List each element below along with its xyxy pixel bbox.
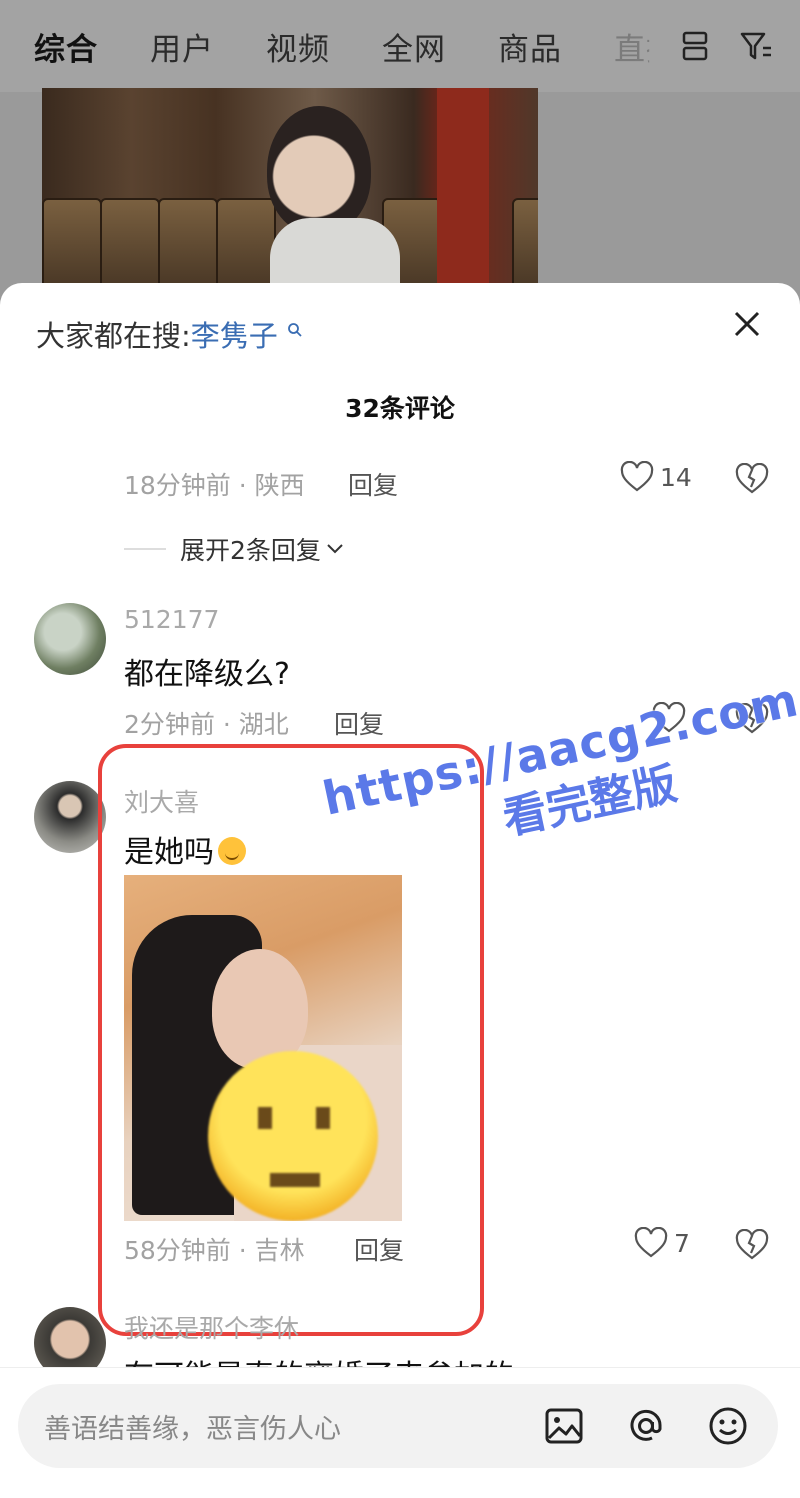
comment-sheet: 大家都在搜:李隽子 32条评论 18分钟前 · 陕西 回复 14 展开2条回复 … — [0, 283, 800, 1498]
trending-search-label: 大家都在搜: — [36, 319, 191, 353]
comment-input[interactable]: 善语结善缘，恶言伤人心 — [18, 1384, 778, 1468]
trending-search[interactable]: 大家都在搜:李隽子 — [36, 313, 303, 355]
video-thumbnail — [42, 88, 538, 288]
avatar[interactable] — [34, 603, 106, 675]
divider — [124, 548, 166, 550]
emoji-icon[interactable] — [706, 1404, 750, 1448]
comment-input-bar: 善语结善缘，恶言伤人心 — [0, 1367, 800, 1498]
dislike-button[interactable] — [735, 462, 769, 499]
like-button[interactable]: 7 — [634, 1227, 690, 1259]
reply-button[interactable]: 回复 — [334, 705, 384, 741]
tab-live[interactable]: 直播 — [614, 24, 649, 69]
comment-time-location: 18分钟前 · 陕西 — [124, 471, 305, 500]
search-tabs: 综合 用户 视频 全网 商品 直播 — [34, 24, 678, 69]
comment-time-location: 2分钟前 · 湖北 — [124, 710, 289, 739]
prayer-wheel — [216, 198, 276, 288]
filter-icon[interactable] — [738, 28, 774, 64]
dislike-button[interactable] — [735, 1228, 769, 1265]
like-button[interactable]: 14 — [620, 461, 692, 493]
search-tabs-bar: 综合 用户 视频 全网 商品 直播 — [0, 0, 800, 92]
prayer-wheel — [512, 198, 538, 288]
watermark: https://aacg2.com 看完整版 — [318, 672, 800, 882]
layout-icon[interactable] — [677, 28, 713, 64]
like-count: 14 — [660, 462, 692, 492]
avatar[interactable] — [34, 781, 106, 853]
tab-videos[interactable]: 视频 — [266, 24, 330, 69]
heart-icon — [634, 1227, 668, 1258]
like-count: 7 — [674, 1228, 690, 1258]
heart-icon — [620, 461, 654, 492]
mention-icon[interactable] — [624, 1404, 668, 1448]
image-icon[interactable] — [542, 1404, 586, 1448]
close-icon[interactable] — [730, 307, 764, 341]
tab-comprehensive[interactable]: 综合 — [34, 24, 98, 69]
tab-products[interactable]: 商品 — [498, 24, 562, 69]
prayer-wheel — [158, 198, 218, 288]
red-pillar — [437, 88, 489, 288]
expand-replies-label: 展开2条回复 — [180, 536, 321, 565]
person-body — [270, 218, 400, 288]
tab-web[interactable]: 全网 — [382, 24, 446, 69]
reply-button[interactable]: 回复 — [348, 466, 398, 502]
comment-username[interactable]: 512177 — [124, 605, 219, 634]
tab-users[interactable]: 用户 — [150, 24, 214, 69]
broken-heart-icon — [735, 462, 769, 494]
broken-heart-icon — [735, 1228, 769, 1260]
trending-search-keyword[interactable]: 李隽子 — [191, 319, 278, 353]
expand-replies[interactable]: 展开2条回复 — [124, 531, 345, 567]
chevron-down-icon — [327, 544, 343, 554]
comment-count-title: 32条评论 — [345, 394, 455, 423]
comment-text: 都在降级么? — [124, 657, 290, 692]
prayer-wheel — [100, 198, 160, 288]
prayer-wheel — [42, 198, 102, 288]
search-icon — [288, 323, 302, 337]
comment-input-placeholder: 善语结善缘，恶言伤人心 — [44, 1414, 341, 1445]
person-head — [267, 106, 371, 234]
comment-username[interactable]: 我还是那个李休 — [124, 1309, 299, 1345]
